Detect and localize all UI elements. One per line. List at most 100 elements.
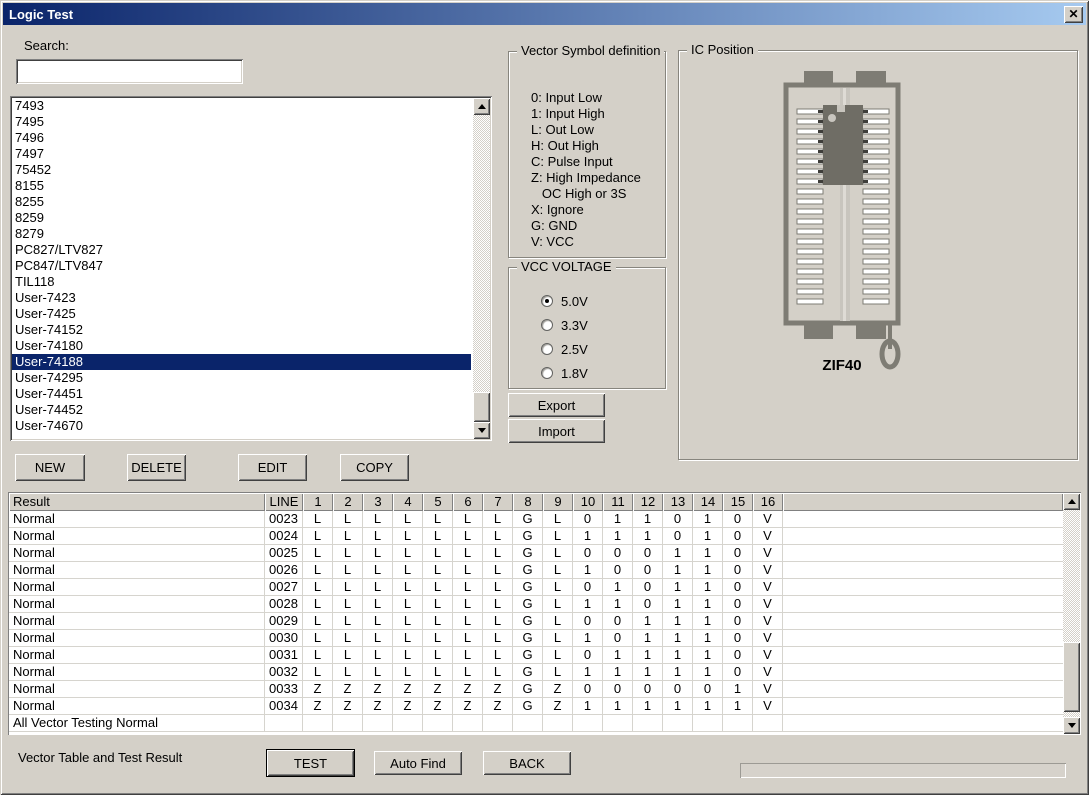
radio-button-icon[interactable] xyxy=(541,367,553,379)
radio-button-icon[interactable] xyxy=(541,343,553,355)
column-header[interactable]: 14 xyxy=(693,493,723,511)
pin-cell xyxy=(693,715,723,732)
result-table-scrollbar[interactable] xyxy=(1063,493,1080,734)
search-input[interactable] xyxy=(16,59,243,84)
list-item[interactable]: User-74180 xyxy=(12,338,471,354)
pin-cell: G xyxy=(513,545,543,562)
line-cell xyxy=(265,715,303,732)
list-item[interactable]: 7495 xyxy=(12,114,471,130)
table-row[interactable]: Normal 0025 L L L L L L L G L 0 0 0 1 1 0 V xyxy=(9,545,1063,562)
column-header[interactable]: 15 xyxy=(723,493,753,511)
new-button[interactable]: NEW xyxy=(15,454,85,481)
scroll-down-button[interactable] xyxy=(473,422,490,439)
list-item[interactable]: TIL118 xyxy=(12,274,471,290)
vcc-option-5.0V[interactable]: 5.0V xyxy=(541,294,588,309)
copy-button[interactable]: COPY xyxy=(340,454,409,481)
table-row[interactable]: Normal 0027 L L L L L L L G L 0 1 0 1 1 0 V xyxy=(9,579,1063,596)
table-row[interactable]: Normal 0032 L L L L L L L G L 1 1 1 1 1 0 V xyxy=(9,664,1063,681)
table-row[interactable]: Normal 0029 L L L L L L L G L 0 0 1 1 1 0 V xyxy=(9,613,1063,630)
list-item[interactable]: User-7423 xyxy=(12,290,471,306)
column-header[interactable]: 11 xyxy=(603,493,633,511)
list-item[interactable]: 7493 xyxy=(12,98,471,114)
logic-test-dialog: Logic Test ✕ Search: 7493 7495 7496 7497 754… xyxy=(0,0,1089,795)
list-item[interactable]: PC827/LTV827 xyxy=(12,242,471,258)
column-header[interactable]: 10 xyxy=(573,493,603,511)
pin-cell: 1 xyxy=(723,681,753,698)
pin-cell: G xyxy=(513,613,543,630)
back-button[interactable]: BACK xyxy=(483,751,571,775)
list-item[interactable]: 8255 xyxy=(12,194,471,210)
list-item[interactable]: User-74670 xyxy=(12,418,471,434)
table-row[interactable]: Normal 0031 L L L L L L L G L 0 1 1 1 1 0 V xyxy=(9,647,1063,664)
column-header[interactable]: 4 xyxy=(393,493,423,511)
scroll-up-button[interactable] xyxy=(473,98,490,115)
import-button[interactable]: Import xyxy=(508,419,605,443)
pin-cell: 1 xyxy=(693,579,723,596)
list-item[interactable]: User-74451 xyxy=(12,386,471,402)
list-item[interactable]: 7497 xyxy=(12,146,471,162)
column-header[interactable]: 16 xyxy=(753,493,783,511)
filler-cell xyxy=(783,630,1063,647)
pin-cell: 1 xyxy=(663,630,693,647)
delete-button[interactable]: DELETE xyxy=(127,454,186,481)
table-row[interactable]: Normal 0033 Z Z Z Z Z Z Z G Z 0 0 0 0 0 1 V xyxy=(9,681,1063,698)
table-row[interactable]: Normal 0030 L L L L L L L G L 1 0 1 1 1 0 V xyxy=(9,630,1063,647)
column-header[interactable]: 5 xyxy=(423,493,453,511)
column-header[interactable]: 6 xyxy=(453,493,483,511)
column-header[interactable]: 3 xyxy=(363,493,393,511)
export-button[interactable]: Export xyxy=(508,393,605,417)
column-header[interactable]: 8 xyxy=(513,493,543,511)
table-row[interactable]: Normal 0024 L L L L L L L G L 1 1 1 0 1 0 V xyxy=(9,528,1063,545)
line-cell: 0025 xyxy=(265,545,303,562)
table-row[interactable]: Normal 0034 Z Z Z Z Z Z Z G Z 1 1 1 1 1 1 V xyxy=(9,698,1063,715)
scrollbar-thumb[interactable] xyxy=(473,392,490,422)
column-header[interactable]: 2 xyxy=(333,493,363,511)
line-cell: 0023 xyxy=(265,511,303,528)
list-item[interactable]: User-74452 xyxy=(12,402,471,418)
radio-button-icon[interactable] xyxy=(541,295,553,307)
auto-find-button[interactable]: Auto Find xyxy=(374,751,462,775)
pin-cell: L xyxy=(333,562,363,579)
scroll-up-button[interactable] xyxy=(1063,493,1080,510)
list-item[interactable]: 8155 xyxy=(12,178,471,194)
list-item[interactable]: User-7425 xyxy=(12,306,471,322)
vector-symbol-lines: 0: Input Low 1: Input High L: Out Low H: Ou… xyxy=(531,90,641,250)
list-item[interactable]: User-74152 xyxy=(12,322,471,338)
list-item[interactable]: 7496 xyxy=(12,130,471,146)
result-cell: Normal xyxy=(9,528,265,545)
vcc-option-2.5V[interactable]: 2.5V xyxy=(541,342,588,357)
table-row[interactable]: Normal 0023 L L L L L L L G L 0 1 1 0 1 0 V xyxy=(9,511,1063,528)
vcc-option-1.8V[interactable]: 1.8V xyxy=(541,366,588,381)
table-row[interactable]: Normal 0028 L L L L L L L G L 1 1 0 1 1 0 V xyxy=(9,596,1063,613)
close-button[interactable]: ✕ xyxy=(1064,5,1083,23)
column-header[interactable]: LINE xyxy=(265,493,303,511)
test-button[interactable]: TEST xyxy=(266,749,355,777)
edit-button[interactable]: EDIT xyxy=(238,454,307,481)
pin-cell: V xyxy=(753,681,783,698)
scroll-down-button[interactable] xyxy=(1063,717,1080,734)
list-item[interactable]: 8279 xyxy=(12,226,471,242)
column-header[interactable]: 12 xyxy=(633,493,663,511)
pin-cell: Z xyxy=(453,698,483,715)
column-header[interactable]: 1 xyxy=(303,493,333,511)
column-header[interactable]: 13 xyxy=(663,493,693,511)
pin-cell: G xyxy=(513,647,543,664)
column-header[interactable]: 9 xyxy=(543,493,573,511)
list-item[interactable]: User-74188 xyxy=(12,354,471,370)
pin-cell: L xyxy=(543,562,573,579)
ic-list-scrollbar[interactable] xyxy=(473,98,490,439)
vcc-option-3.3V[interactable]: 3.3V xyxy=(541,318,588,333)
radio-button-icon[interactable] xyxy=(541,319,553,331)
column-header[interactable]: Result xyxy=(9,493,265,511)
list-item[interactable]: 75452 xyxy=(12,162,471,178)
pin-cell: L xyxy=(303,596,333,613)
list-item[interactable]: PC847/LTV847 xyxy=(12,258,471,274)
pin-cell: L xyxy=(423,613,453,630)
list-item[interactable]: 8259 xyxy=(12,210,471,226)
scrollbar-thumb[interactable] xyxy=(1063,642,1080,712)
list-item[interactable]: User-74295 xyxy=(12,370,471,386)
column-header[interactable]: 7 xyxy=(483,493,513,511)
table-row[interactable]: Normal 0026 L L L L L L L G L 1 0 0 1 1 0 V xyxy=(9,562,1063,579)
pin-cell xyxy=(753,715,783,732)
filler-cell xyxy=(783,613,1063,630)
